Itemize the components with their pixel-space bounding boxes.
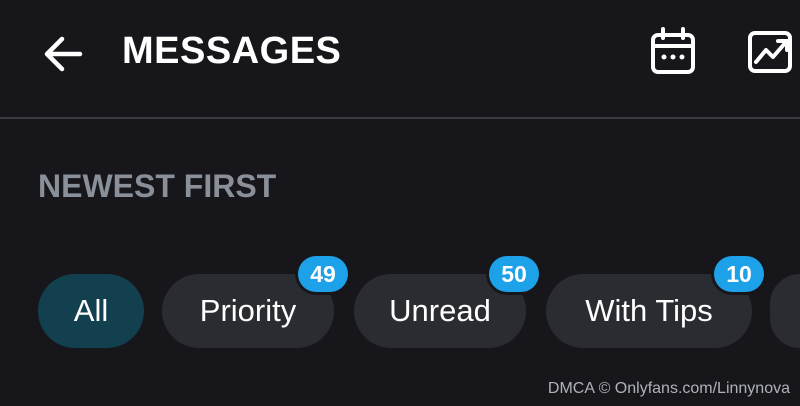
calendar-icon [651,27,695,74]
sort-order-selector[interactable]: NEWEST FIRST [38,166,276,206]
filter-chip-more[interactable] [770,274,800,348]
messages-screen: MESSAGES NEWEST FIRST All Priority 49 Un… [0,0,800,406]
priority-count-badge: 49 [298,256,348,292]
header-divider [0,117,800,119]
with-tips-count-badge: 10 [714,256,764,292]
top-bar: MESSAGES [0,0,800,118]
filter-chip-all[interactable]: All [38,274,144,348]
unread-count-badge: 50 [489,256,539,292]
calendar-button[interactable] [648,26,698,76]
statistics-button[interactable] [744,26,800,76]
watermark: DMCA © Onlyfans.com/Linnynova [547,380,790,397]
back-button[interactable] [40,30,88,78]
arrow-left-icon [44,36,83,72]
page-title: MESSAGES [122,30,342,72]
statistics-chart-icon [748,31,792,73]
